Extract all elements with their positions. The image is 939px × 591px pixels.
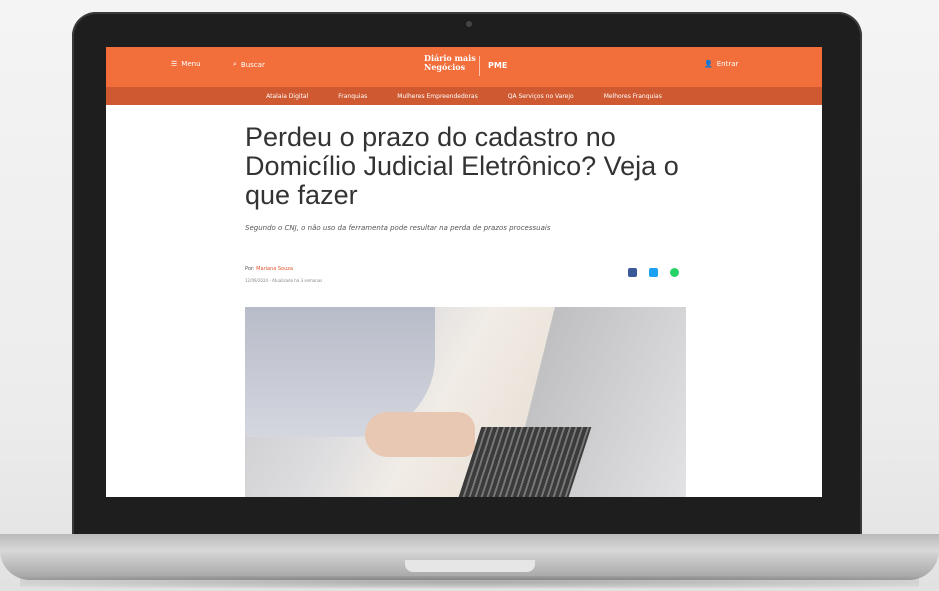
- site-logo[interactable]: Diário mais Negócios: [424, 54, 476, 72]
- photo-hand: [365, 412, 475, 457]
- logo-line-2: Negócios: [424, 62, 466, 72]
- article-dateline: 12/09/2024 - Atualizado há 3 semanas: [245, 278, 323, 283]
- search-label: Buscar: [240, 60, 265, 69]
- article-body: Perdeu o prazo do cadastro no Domicílio …: [245, 122, 690, 283]
- byline: Por: Mariana Souza: [245, 266, 293, 272]
- section-label[interactable]: PME: [488, 61, 507, 70]
- author-link[interactable]: Mariana Souza: [256, 266, 293, 272]
- article-headline: Perdeu o prazo do cadastro no Domicílio …: [245, 122, 679, 210]
- search-button[interactable]: ⌕ Buscar: [233, 60, 265, 69]
- user-icon: 👤: [704, 60, 713, 68]
- subnav-item[interactable]: Franquias: [338, 93, 367, 100]
- photo-keyboard: [458, 427, 592, 497]
- laptop-base: [0, 534, 939, 580]
- laptop-notch: [405, 560, 535, 572]
- login-button[interactable]: 👤 Entrar: [704, 60, 738, 68]
- camera-icon: [466, 21, 472, 27]
- hamburger-icon: ☰: [171, 60, 178, 68]
- share-bar: [628, 268, 679, 277]
- byline-prefix: Por:: [245, 266, 255, 272]
- whatsapp-icon[interactable]: [670, 268, 679, 277]
- sub-navigation: Atalaia Digital Franquias Mulheres Empre…: [106, 87, 822, 105]
- subnav-item[interactable]: Mulheres Empreendedoras: [397, 93, 477, 100]
- subnav-item[interactable]: Melhores Franquias: [604, 93, 662, 100]
- laptop-shadow: [20, 576, 919, 588]
- twitter-icon[interactable]: [649, 268, 658, 277]
- article-subtitle: Segundo o CNJ, o não uso da ferramenta p…: [245, 224, 551, 232]
- subnav-item[interactable]: QA Serviços no Varejo: [508, 93, 574, 100]
- subnav-item[interactable]: Atalaia Digital: [266, 93, 308, 100]
- site-header: ☰ Menu ⌕ Buscar Diário mais Negócios PME…: [106, 47, 822, 87]
- browser-screen: ☰ Menu ⌕ Buscar Diário mais Negócios PME…: [106, 47, 822, 497]
- menu-button[interactable]: ☰ Menu: [171, 60, 201, 68]
- facebook-icon[interactable]: [628, 268, 637, 277]
- menu-label: Menu: [181, 60, 201, 68]
- login-label: Entrar: [716, 60, 739, 68]
- article-photo: [245, 307, 686, 497]
- search-icon: ⌕: [233, 60, 237, 68]
- logo-divider: [479, 56, 480, 76]
